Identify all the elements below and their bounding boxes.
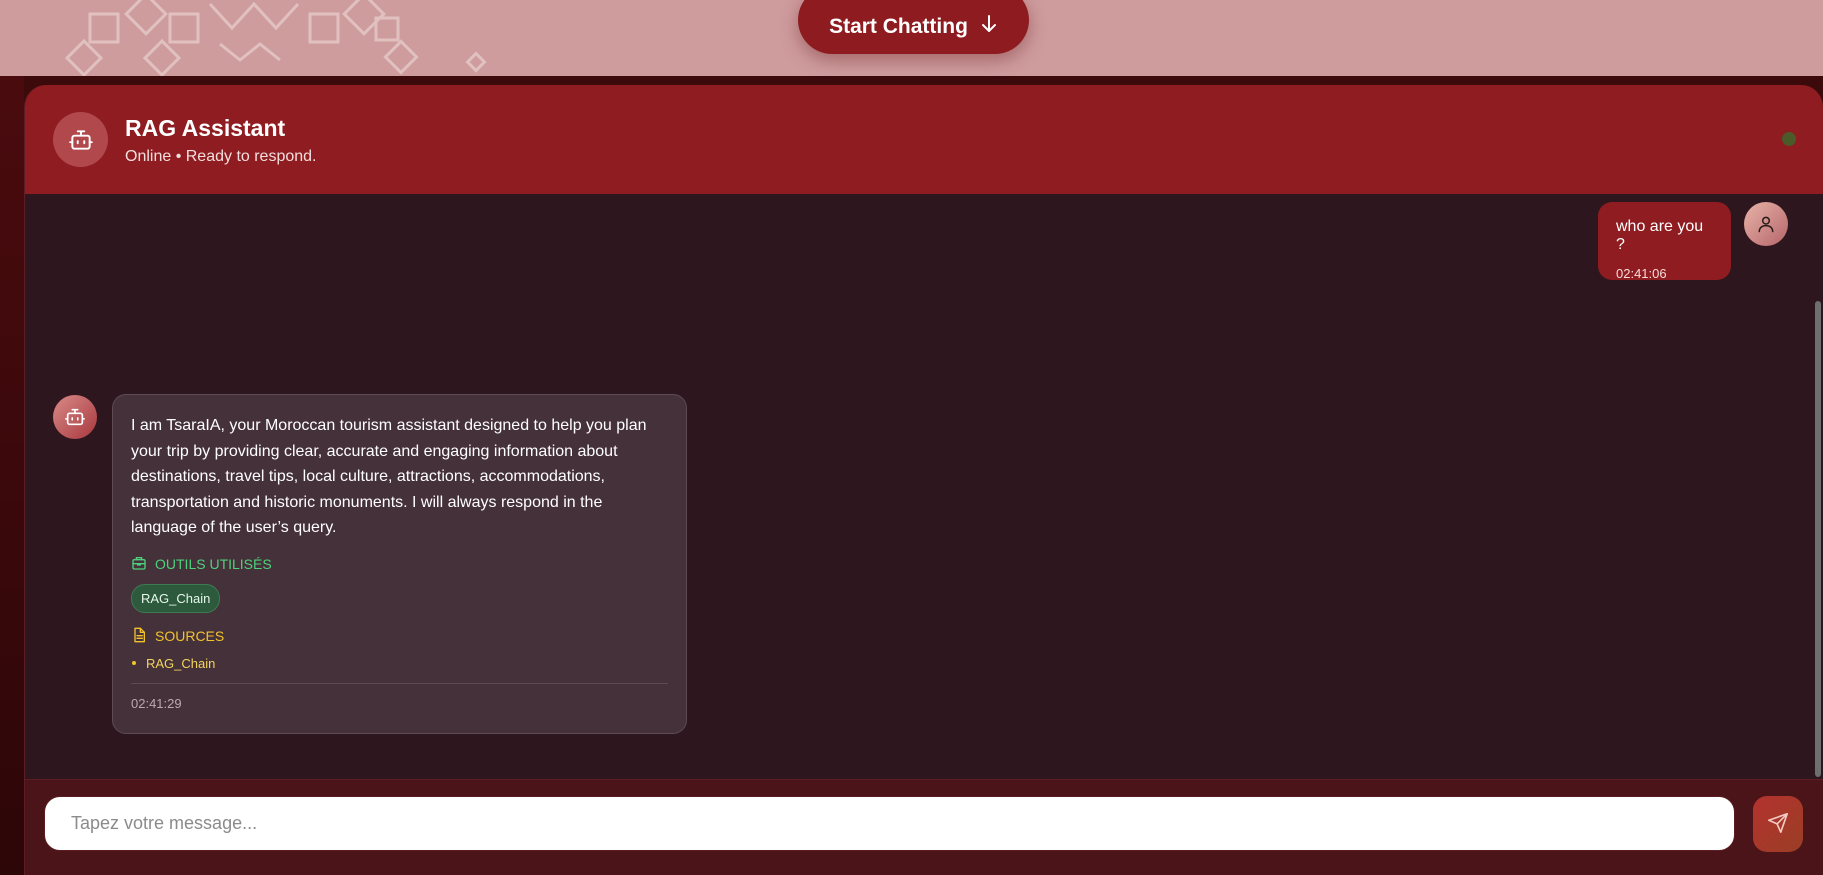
toolbox-icon (131, 555, 147, 574)
tool-chip: RAG_Chain (131, 583, 221, 613)
bot-icon (53, 112, 108, 167)
document-icon (131, 627, 147, 646)
zellige-pattern-icon (64, 0, 487, 76)
bot-message-text: I am TsaraIA, your Moroccan tourism assi… (131, 417, 647, 536)
assistant-status: Online • Ready to respond. (125, 148, 317, 165)
bot-message-time: 02:41:29 (131, 695, 182, 711)
sources-section-title: SOURCES (131, 627, 668, 646)
scrollbar-thumb[interactable] (1815, 301, 1821, 777)
bot-message-bubble: I am TsaraIA, your Moroccan tourism assi… (112, 394, 687, 734)
bubble-divider (131, 682, 668, 684)
start-chatting-button[interactable]: Start Chatting (798, 0, 1029, 54)
bot-icon (53, 395, 97, 439)
page-edge (0, 76, 24, 875)
online-indicator (1782, 132, 1796, 146)
user-message-bubble: who are you ? 02:41:06 (1598, 202, 1731, 281)
send-button[interactable] (1753, 796, 1803, 852)
arrow-down-icon (980, 14, 998, 40)
sources-title-label: SOURCES (155, 628, 225, 644)
user-icon (1744, 202, 1788, 246)
start-chatting-label: Start Chatting (829, 15, 968, 38)
bullet-icon (132, 661, 136, 665)
composer-bar (25, 779, 1823, 875)
user-message-time: 02:41:06 (1616, 266, 1667, 281)
source-item: RAG_Chain (131, 656, 668, 671)
tools-title-label: OUTILS UTILISÉS (155, 556, 272, 572)
send-icon (1767, 812, 1789, 837)
message-input[interactable] (44, 796, 1735, 851)
chat-header: RAG Assistant Online • Ready to respond. (25, 85, 1823, 194)
tools-section-title: OUTILS UTILISÉS (131, 555, 668, 574)
user-message-text: who are you ? (1616, 218, 1704, 253)
source-label: RAG_Chain (146, 655, 216, 671)
assistant-title: RAG Assistant (125, 115, 286, 141)
chat-window: RAG Assistant Online • Ready to respond.… (24, 85, 1823, 875)
